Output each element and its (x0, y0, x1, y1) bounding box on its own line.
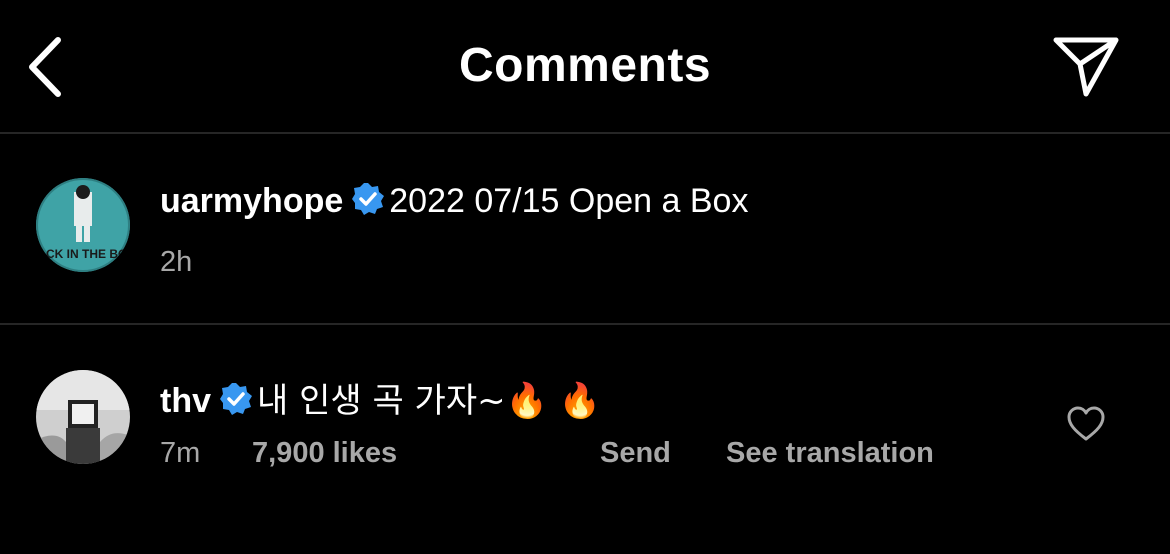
avatar-image (36, 370, 130, 464)
verified-badge-icon (351, 182, 385, 225)
avatar-thv[interactable] (36, 370, 130, 464)
avatar-uarmyhope[interactable]: JACK IN THE BOX (36, 178, 130, 272)
share-button[interactable] (1048, 34, 1124, 98)
post-caption: 2022 07/15 Open a Box (389, 182, 749, 220)
top-bar: Comments (0, 0, 1170, 132)
caption-line: uarmyhope 2022 07/15 Open a Box (160, 182, 748, 225)
header-divider (0, 132, 1170, 134)
send-link[interactable]: Send (600, 437, 671, 470)
paper-plane-icon (1053, 37, 1119, 97)
verified-badge-icon (219, 382, 253, 425)
comment-username[interactable]: thv (160, 382, 211, 420)
post-time: 2h (160, 246, 193, 278)
comment-time: 7m (160, 437, 201, 469)
see-translation-link[interactable]: See translation (726, 437, 934, 470)
avatar-image: JACK IN THE BOX (36, 178, 130, 272)
like-comment-button[interactable] (1066, 404, 1106, 444)
avatar-logo-text: JACK IN THE BOX (36, 247, 130, 261)
post-username[interactable]: uarmyhope (160, 182, 343, 220)
likes-count-link[interactable]: 7,900 likes (252, 437, 397, 470)
comment-text: 내 인생 곡 가자~🔥 🔥 (257, 381, 602, 421)
comment-line: thv 내 인생 곡 가자~🔥 🔥 (160, 373, 601, 425)
caption-divider (0, 323, 1170, 325)
page-title: Comments (458, 39, 712, 92)
heart-outline-icon (1067, 406, 1105, 441)
